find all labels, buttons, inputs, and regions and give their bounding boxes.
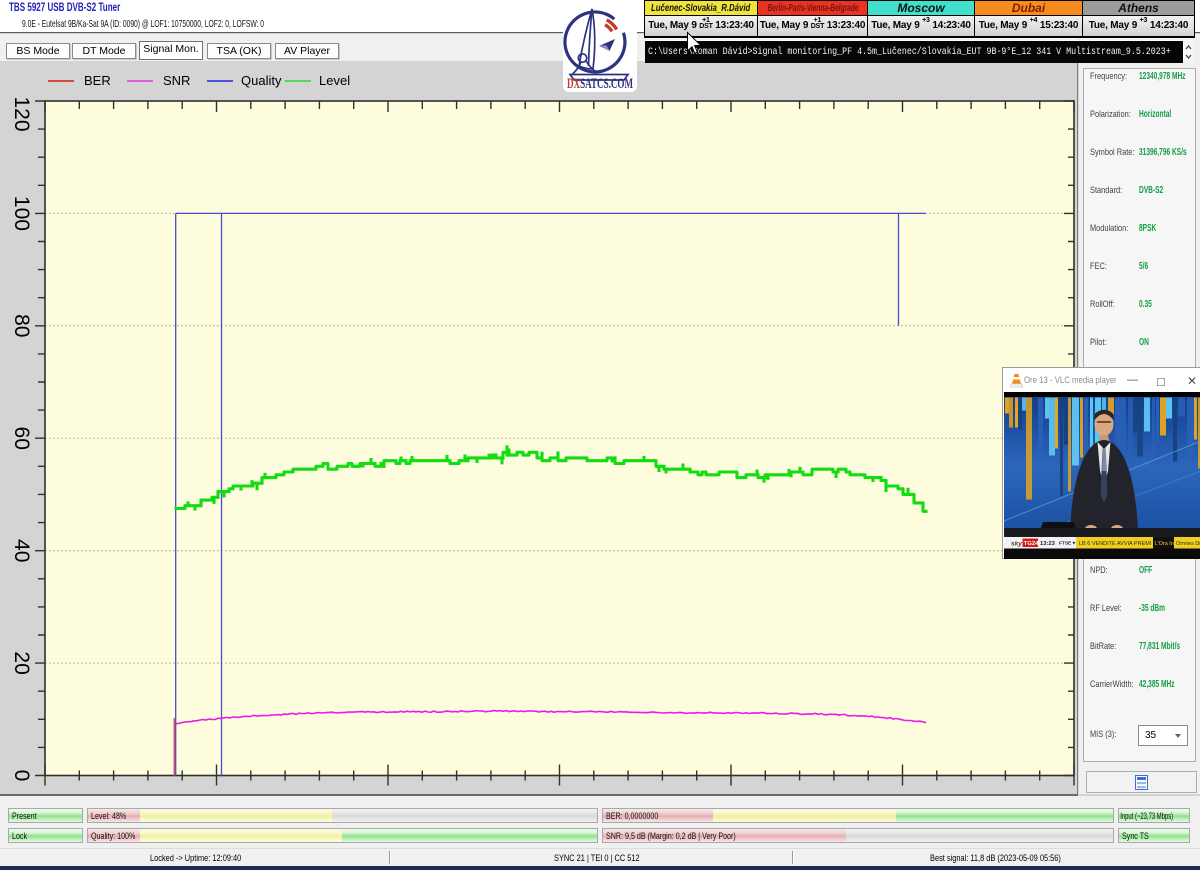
svg-text:120: 120 — [10, 96, 33, 131]
svg-text:80: 80 — [10, 314, 33, 337]
svg-text:13:23: 13:23 — [1040, 541, 1056, 547]
svg-text:0: 0 — [10, 770, 33, 782]
svg-text:sky: sky — [1011, 541, 1022, 548]
svg-text:20: 20 — [10, 651, 33, 674]
svg-text:L'Ora In: L'Ora In — [1155, 541, 1174, 547]
svg-text:60: 60 — [10, 427, 33, 450]
svg-text:40: 40 — [10, 539, 33, 562]
svg-text:Omnes Did: Omnes Did — [1176, 541, 1200, 547]
svg-text:100: 100 — [10, 196, 33, 231]
svg-text:DXSATCS.COM: DXSATCS.COM — [567, 76, 633, 92]
svg-text:TG24: TG24 — [1024, 541, 1039, 547]
